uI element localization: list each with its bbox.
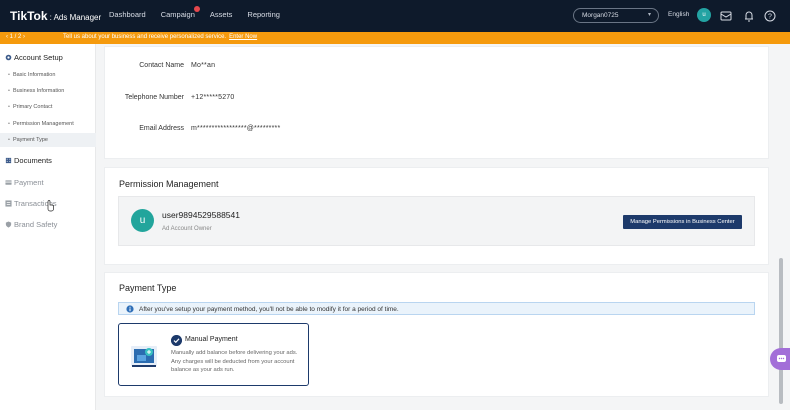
sidebar-payment[interactable]: Payment (5, 178, 44, 187)
sidebar-item-permission-management[interactable]: Permission Management (8, 121, 74, 127)
notification-dot (193, 6, 200, 12)
manage-permissions-button[interactable]: Manage Permissions in Business Center (623, 215, 742, 229)
sidebar-documents-label: Documents (14, 156, 52, 165)
sidebar-account-setup-label: Account Setup (14, 53, 63, 62)
info-icon (126, 305, 134, 313)
manual-payment-title: Manual Payment (185, 336, 238, 343)
notice-message: Tell us about your business and receive … (63, 34, 257, 40)
sidebar-item-payment-type[interactable]: Payment Type (8, 137, 48, 143)
help-icon[interactable]: ? (763, 9, 777, 23)
sidebar-documents[interactable]: Documents (5, 156, 52, 165)
bell-icon[interactable] (742, 9, 756, 23)
scrollbar[interactable] (779, 258, 783, 404)
manual-payment-illustration (131, 346, 157, 367)
main-nav: Dashboard Campaign Assets Reporting (109, 6, 295, 19)
language-selector[interactable]: English (668, 11, 689, 18)
payment-info-text: After you've setup your payment method, … (139, 305, 399, 313)
card-icon (5, 180, 12, 185)
transactions-icon (5, 200, 12, 207)
chevron-down-icon: ▾ (647, 12, 651, 18)
manual-payment-description: Manually add balance before delivering y… (171, 350, 298, 373)
enter-now-link[interactable]: Enter Now (229, 34, 257, 40)
sidebar-payment-label: Payment (14, 178, 44, 187)
user-avatar[interactable]: u (697, 8, 711, 22)
sidebar-account-setup[interactable]: Account Setup (5, 53, 63, 62)
contact-name-value: Mo**an (191, 62, 216, 69)
chat-bubble-glyph (777, 355, 786, 362)
notice-banner: ‹ 1 / 2 › Tell us about your business an… (0, 32, 790, 44)
sidebar-brand-safety-label: Brand Safety (14, 220, 58, 229)
contact-name-label: Contact Name (139, 62, 184, 69)
mail-icon[interactable] (719, 9, 733, 23)
sidebar-item-basic-information[interactable]: Basic Information (8, 72, 56, 78)
nav-campaign[interactable]: Campaign (160, 6, 200, 19)
permission-user-role: Ad Account Owner (162, 226, 212, 232)
sidebar-brand-safety[interactable]: Brand Safety (5, 220, 57, 229)
check-icon (171, 335, 182, 346)
svg-text:?: ? (768, 14, 772, 21)
notice-text: Tell us about your business and receive … (63, 34, 227, 40)
building-icon (5, 157, 12, 164)
permission-title: Permission Management (119, 179, 219, 189)
nav-reporting[interactable]: Reporting (247, 10, 280, 19)
notice-pagination[interactable]: ‹ 1 / 2 › (6, 34, 25, 40)
email-label: Email Address (139, 125, 184, 132)
payment-type-title: Payment Type (119, 283, 177, 293)
email-value: m*****************@********* (191, 125, 281, 132)
permission-user-name: user9894529588541 (162, 210, 240, 220)
primary-contact-card: Contact Name Mo**an Telephone Number +12… (104, 46, 769, 159)
chat-icon[interactable] (770, 348, 790, 370)
ticket-icon (5, 54, 12, 61)
avatar: u (131, 209, 154, 232)
tiktok-ads-manager-logo[interactable]: TikTok : Ads Manager (10, 9, 101, 23)
account-name: Morgan0725 (582, 12, 619, 19)
nav-campaign-label: Campaign (160, 10, 195, 19)
sidebar-item-business-information[interactable]: Business Information (8, 88, 64, 94)
nav-assets[interactable]: Assets (210, 10, 233, 19)
shield-icon (5, 221, 12, 228)
telephone-value: +12*****5270 (191, 94, 235, 101)
logo-text: TikTok (10, 9, 48, 23)
top-navigation-bar: TikTok : Ads Manager Dashboard Campaign … (0, 0, 790, 32)
telephone-label: Telephone Number (124, 94, 184, 101)
nav-dashboard[interactable]: Dashboard (109, 10, 146, 19)
sidebar-item-primary-contact[interactable]: Primary Contact (8, 104, 52, 110)
permission-user-row: u user9894529588541 Ad Account Owner Man… (118, 196, 755, 246)
account-selector[interactable]: Morgan0725 ▾ (573, 8, 659, 23)
mouse-cursor-icon (47, 200, 54, 212)
manual-payment-option[interactable]: Manual Payment Manually add balance befo… (118, 323, 309, 386)
logo-subtext: : Ads Manager (49, 13, 102, 22)
payment-info-alert: After you've setup your payment method, … (118, 302, 755, 315)
